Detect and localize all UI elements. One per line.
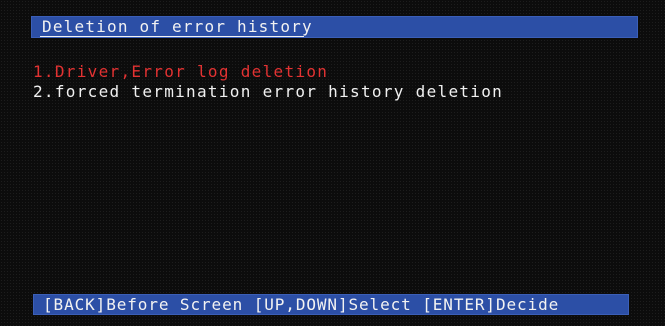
up-down-key: [UP,DOWN] — [253, 295, 349, 314]
menu-list: 1.Driver,Error log deletion 2.forced ter… — [33, 62, 503, 102]
footer-bar: [BACK]Before Screen [UP,DOWN]Select [ENT… — [33, 294, 629, 315]
key-hints: [BACK]Before Screen [UP,DOWN]Select [ENT… — [43, 295, 559, 314]
menu-item-driver-error-log-deletion[interactable]: 1.Driver,Error log deletion — [33, 62, 503, 82]
screen-title: Deletion of error history — [42, 17, 313, 36]
enter-key: [ENTER] — [422, 295, 496, 314]
screen: Deletion of error history 1.Driver,Error… — [0, 0, 665, 326]
select-action: Select — [348, 295, 412, 314]
back-key-hint[interactable]: [BACK]Before Screen — [43, 295, 243, 314]
select-key-hint[interactable]: [UP,DOWN]Select — [254, 295, 412, 314]
back-key: [BACK] — [43, 295, 107, 314]
enter-key-hint[interactable]: [ENTER]Decide — [422, 295, 559, 314]
title-underline — [40, 36, 304, 37]
back-action: Before Screen — [106, 295, 244, 314]
title-bar: Deletion of error history — [31, 16, 638, 38]
menu-item-forced-termination-history-deletion[interactable]: 2.forced termination error history delet… — [33, 82, 503, 102]
decide-action: Decide — [495, 295, 560, 314]
